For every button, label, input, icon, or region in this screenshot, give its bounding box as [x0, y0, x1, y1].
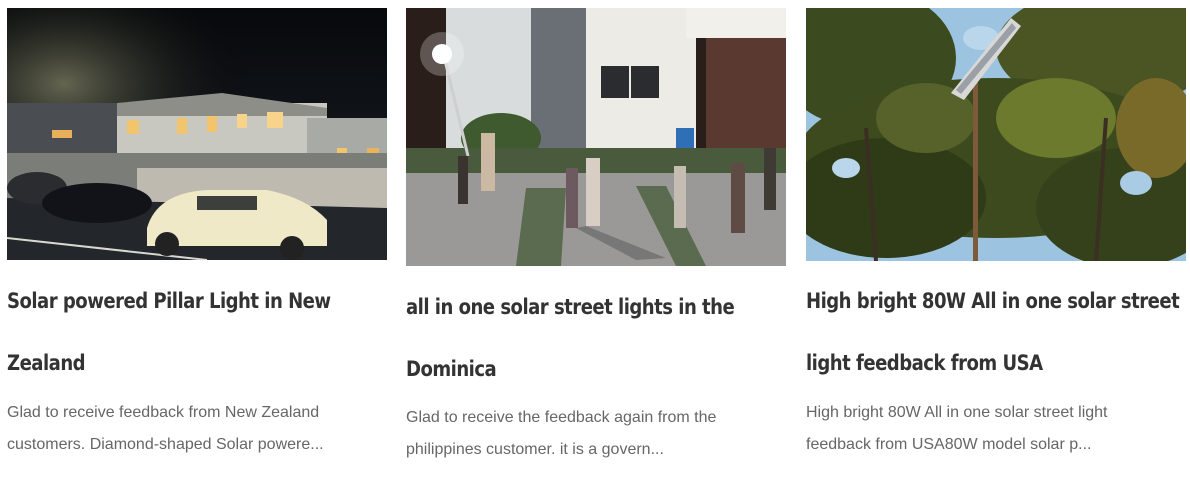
- card-image[interactable]: [7, 8, 387, 260]
- card-image[interactable]: [806, 8, 1186, 261]
- card-excerpt: High bright 80W All in one solar street …: [806, 404, 1108, 453]
- card-image[interactable]: [406, 8, 786, 266]
- card-title[interactable]: High bright 80W All in one solar street …: [806, 270, 1184, 394]
- card-title[interactable]: all in one solar street lights in the Do…: [406, 276, 784, 400]
- card-excerpt: Glad to receive feedback from New Zealan…: [7, 404, 324, 453]
- card-excerpt: Glad to receive the feedback again from …: [406, 409, 717, 458]
- card-title[interactable]: Solar powered Pillar Light in New Zealan…: [7, 270, 385, 394]
